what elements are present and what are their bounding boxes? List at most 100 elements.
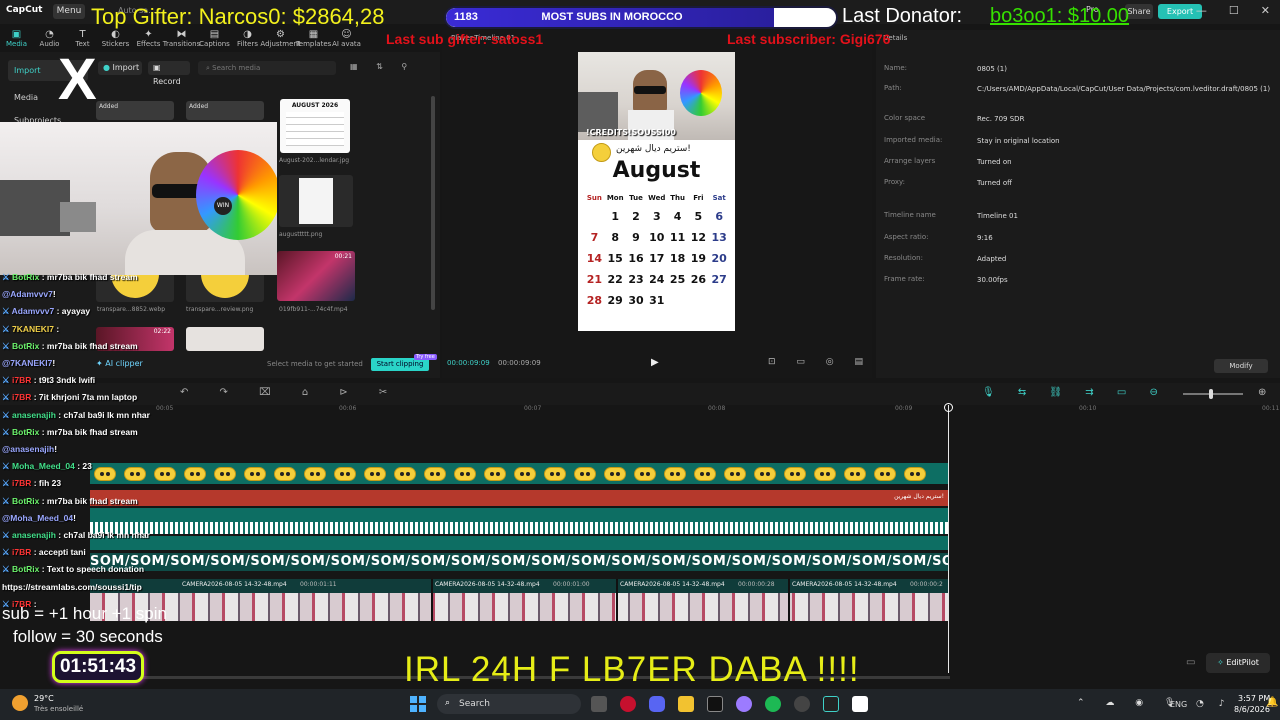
calendar-day [688,294,709,307]
subs-goal-label: MOST SUBS IN MOROCCO [541,11,683,23]
timeline-edit-tools[interactable]: ↶ ↷ ⌧ ⌂ ⊳ ✂ [180,387,401,398]
calendar-day [584,210,605,223]
search-media-input[interactable]: ⌕ Search media [198,61,336,75]
detail-value: 0805 (1) [977,65,1007,73]
record-button[interactable]: ▣ Record [148,61,190,86]
detail-label: Name: [884,64,908,72]
weather-sun-icon[interactable] [12,695,28,711]
transitions-icon: ⧓ [176,28,187,40]
thumb-caption: transpare...review.png [186,306,254,313]
chat-message: ⚔ i7BR : accepti tani [2,547,86,558]
media-scrollbar[interactable] [431,96,435,310]
emoji-sticker-icon [154,466,176,481]
chat-badge-icon: ⚔ [2,547,12,558]
detail-value: Timeline 01 [977,212,1018,220]
discord-icon[interactable] [649,696,665,712]
tool-label: Media [5,39,28,48]
media-thumb[interactable]: Added [186,101,264,120]
browser-icon[interactable] [736,696,752,712]
opera-icon[interactable] [620,696,636,712]
minimize-icon[interactable]: — [1196,4,1207,17]
system-tray-icons[interactable]: ⌃ ☁ ◉ 🎙 [1077,698,1184,708]
text-clip-track[interactable]: ستريم ديال شهرين! [90,490,948,506]
chat-text: ! [52,358,56,368]
detail-value: 30.00fps [977,276,1008,284]
sticker-track[interactable] [90,463,948,484]
chat-text: ! [52,289,56,300]
calendar-day: 12 [690,231,707,244]
media-thumb-calendar[interactable]: AUGUST 2026 [280,99,350,153]
windows-start-icon[interactable] [410,696,426,712]
app-icon[interactable] [707,696,723,712]
zoom-in-icon[interactable]: ⊕ [1258,387,1266,398]
playhead-handle[interactable] [944,403,953,412]
weather-desc[interactable]: Très ensoleillé [34,705,83,713]
file-explorer-icon[interactable] [678,696,694,712]
captions-icon: ▤ [209,28,220,40]
detail-label: Timeline name [884,211,936,219]
media-thumb[interactable]: Added [96,101,174,120]
overlay-track-2[interactable] [90,536,948,550]
zoom-slider-handle[interactable] [1209,389,1213,399]
playhead[interactable] [948,405,949,673]
close-icon[interactable]: ✕ [1261,4,1270,17]
modify-button[interactable]: Modify [1214,359,1268,373]
clock-date[interactable]: 8/6/2026 [1234,705,1270,714]
subs-goal-bar: 1183 MOST SUBS IN MOROCCO [444,6,838,29]
media-thumb[interactable] [186,272,264,302]
menu-button[interactable]: Menu [53,4,85,19]
obs-icon[interactable] [823,696,839,712]
emoji-sticker-icon [454,466,476,481]
chat-text: : Text to speech donation [39,564,145,575]
last-subscriber: Last subscriber: Gigi676 [727,31,891,47]
tool-label: Adjustment [260,39,301,48]
detail-value: C:/Users/AMD/AppData/Local/CapCut/User D… [977,85,1271,93]
som-text-track[interactable]: SOM/SOM/SOM/SOM/SOM/SOM/SOM/SOM/SOM/SOM/… [90,553,948,571]
chat-username: i7BR [11,375,32,386]
chat-username: BotRix [11,340,40,351]
media-thumb[interactable] [279,175,353,227]
chat-username: @Adamvvv7 [2,289,53,300]
ai-clipper-label[interactable]: ✦ AI clipper [96,359,143,368]
caption-track[interactable] [90,522,948,534]
overlay-track[interactable] [90,508,948,522]
video-clip-name: CAMERA2026-08-05 14-32-48.mp4 [435,581,540,588]
timeline-toggle-tools[interactable]: 🎙 ⇆ ⛓ ⇉ ▭ ⊖ [982,387,1168,398]
emoji-sticker-icon [604,466,626,481]
play-icon[interactable]: ▶ [651,357,659,368]
maximize-icon[interactable]: ☐ [1229,4,1239,17]
spotify-icon[interactable] [765,696,781,712]
chat-username: i7BR [11,392,32,403]
media-thumb-video[interactable]: 00:21 [277,251,355,301]
calendar-day: 15 [607,252,623,265]
calendar-arabic-caption: ستريم ديال شهرين! [616,144,691,154]
tool-label: Audio [39,39,60,48]
calendar-week: 28 29 30 31 [584,294,730,307]
taskbar-search[interactable]: Search [437,694,581,714]
editpilot-button[interactable]: ✧ EditPilot [1206,653,1270,673]
share-button[interactable]: Share [1125,4,1153,19]
tool-media[interactable]: ▣ Media [0,24,33,52]
feedback-icon[interactable]: ▭ [1186,657,1195,668]
calendar-day: 9 [632,231,640,244]
chat-username: Moha_Meed_04 [11,461,75,472]
media-thumb[interactable] [186,327,264,351]
detail-label: Imported media: [884,136,943,144]
weather-temp[interactable]: 29°C [34,694,54,703]
last-donator-label: Last Donator: [842,5,963,27]
chat-text: https://streamlabs.com/soussi1/tip [2,581,142,592]
zoom-slider[interactable] [1183,393,1243,395]
emoji-sticker-icon [844,466,866,481]
media-view-tools[interactable]: ▦ ⇅ ⚲ [350,62,415,71]
chat-username: @7KANEKI7 [2,358,53,368]
video-track[interactable] [90,593,948,621]
settings-gear-icon[interactable] [794,696,810,712]
network-volume-icons[interactable]: ◔ ♪ [1196,699,1230,709]
import-button[interactable]: ● Import [98,61,142,75]
capcut-icon[interactable] [852,696,868,712]
language-indicator[interactable]: ENG [1170,700,1187,709]
task-view-icon[interactable] [591,696,607,712]
detail-label: Frame rate: [884,275,925,283]
notification-bell-icon[interactable]: 🔔 [1266,697,1278,708]
chat-username: BotRix [11,272,40,282]
